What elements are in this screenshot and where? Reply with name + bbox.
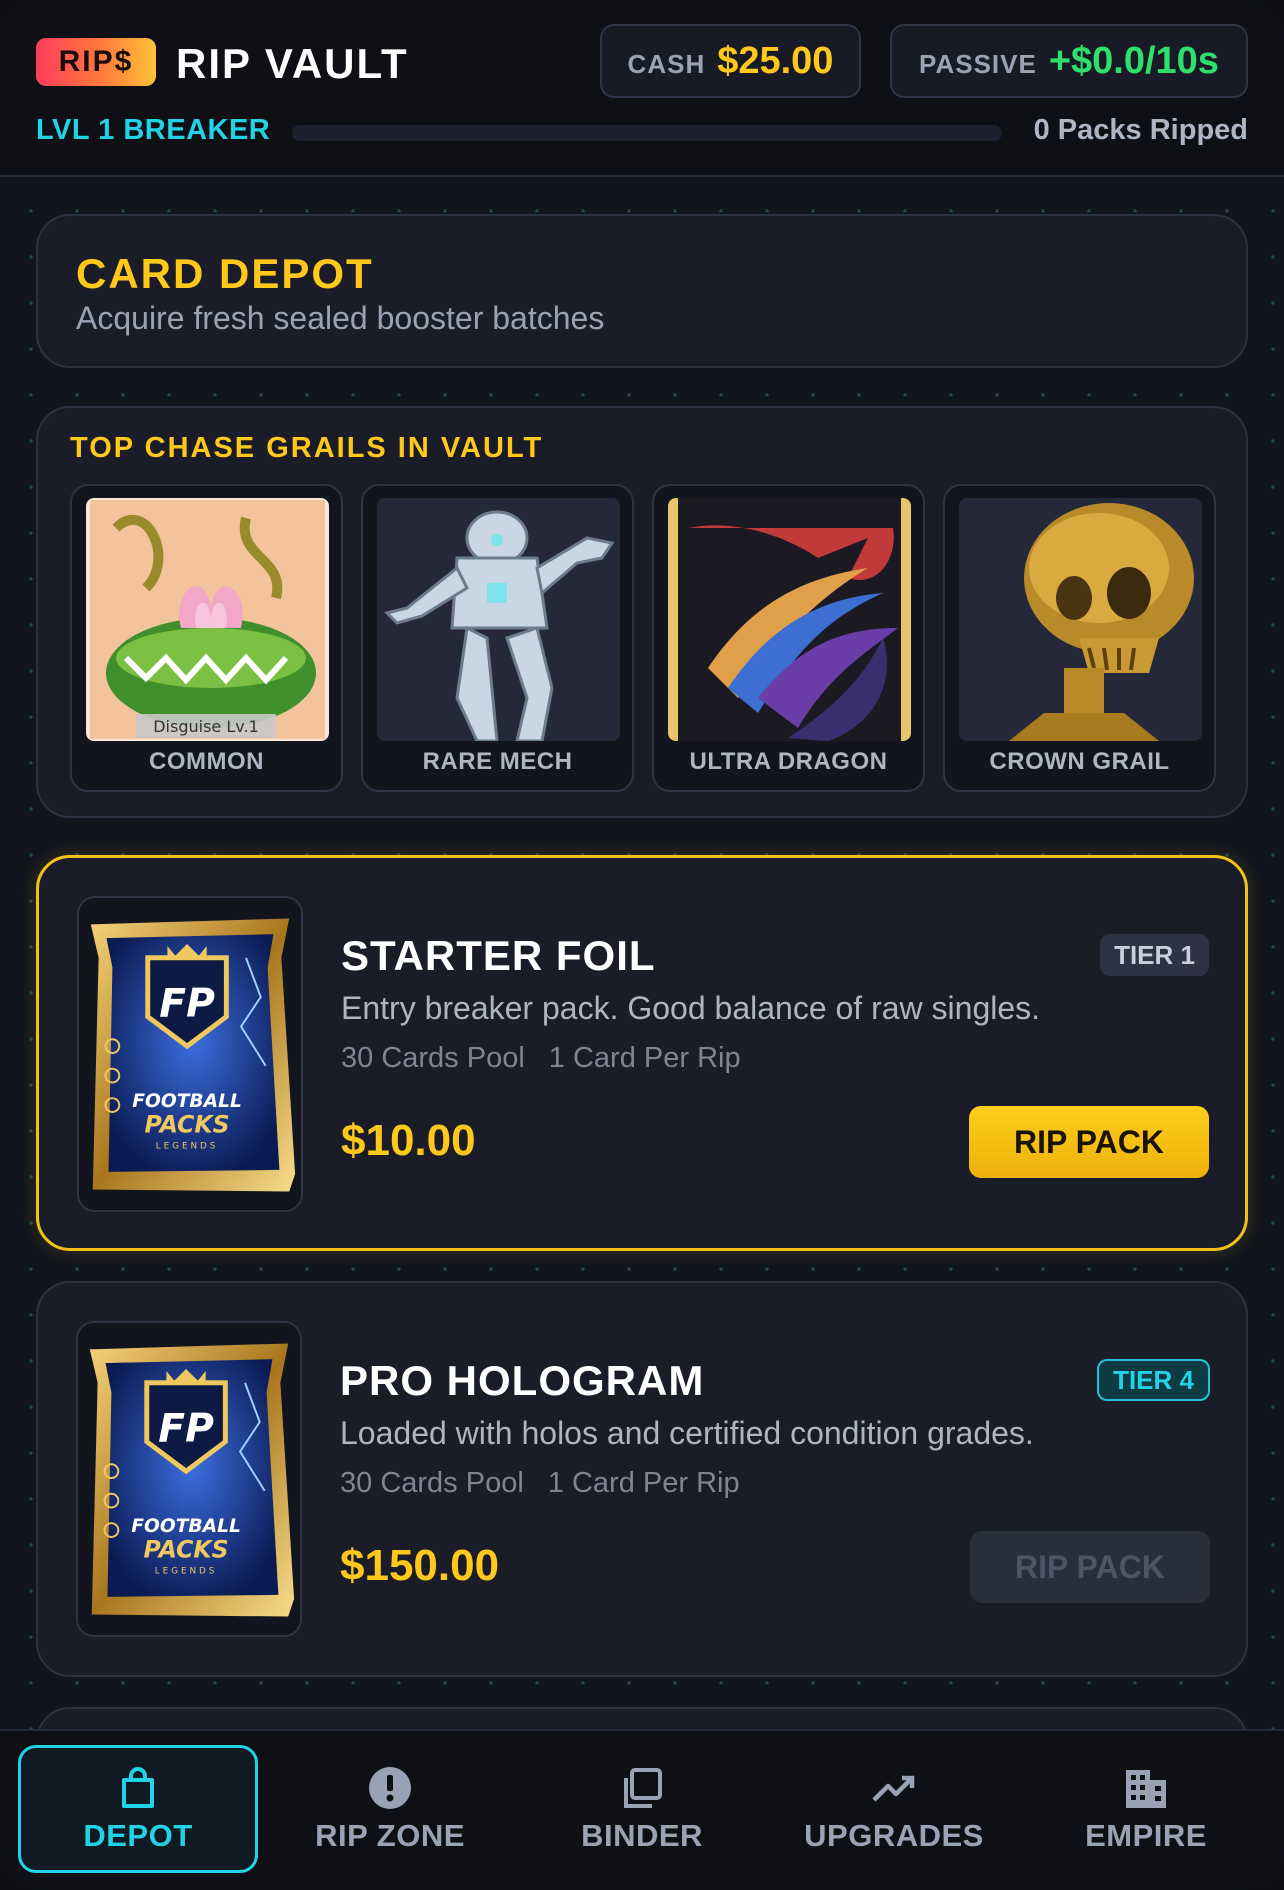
grail-card-common[interactable]: Disguise Lv.1 COMMON: [70, 484, 343, 792]
app-root: RIP$ RIP VAULT CASH $25.00 PASSIVE +$0.0…: [0, 0, 1284, 1890]
nav-label: UPGRADES: [804, 1818, 984, 1853]
pack-card-pro-hologram[interactable]: FP FOOTBALL PACKS LEGENDS PRO HOLOGRAM T…: [36, 1281, 1248, 1677]
top-grails-panel: TOP CHASE GRAILS IN VAULT Disguise Lv.1: [36, 406, 1248, 818]
pack-name: STARTER FOIL: [341, 932, 656, 979]
app-title: RIP VAULT: [176, 40, 409, 87]
grail-label: RARE MECH: [422, 748, 573, 775]
nav-label: EMPIRE: [1085, 1818, 1207, 1853]
building-icon: [1126, 1770, 1166, 1808]
cash-label: CASH: [627, 48, 706, 79]
nav-depot[interactable]: DEPOT: [18, 1745, 258, 1873]
pack-card-starter-foil[interactable]: FP FOOTBALL PACKS LEGENDS STARTER FOIL T…: [36, 855, 1248, 1251]
pack-art: FP FOOTBALL PACKS LEGENDS: [76, 1321, 302, 1637]
alert-circle-icon: [369, 1767, 411, 1809]
nav-binder[interactable]: BINDER: [522, 1745, 762, 1873]
rip-pack-button[interactable]: RIP PACK: [969, 1106, 1209, 1178]
pack-monogram: FP: [158, 1407, 214, 1452]
pack-description: Entry breaker pack. Good balance of raw …: [341, 990, 1041, 1026]
grail-label: ULTRA DRAGON: [689, 748, 888, 775]
golden-skull-art: [959, 498, 1202, 741]
depot-subtitle: Acquire fresh sealed booster batches: [76, 300, 605, 336]
passive-value: +$0.0/10s: [1048, 39, 1219, 82]
pack-brand-line1: FOOTBALL: [132, 1091, 242, 1112]
pack-pool-size: 30 Cards Pool: [340, 1467, 524, 1499]
pack-art: FP FOOTBALL PACKS LEGENDS: [77, 896, 303, 1212]
grail-card-crown-grail[interactable]: CROWN GRAIL: [943, 484, 1216, 792]
pack-brand-line2: PACKS: [144, 1111, 229, 1139]
grail-card-rare-mech[interactable]: RARE MECH: [361, 484, 634, 792]
grail-card-ultra-dragon[interactable]: ULTRA DRAGON: [652, 484, 925, 792]
bottom-navigation: DEPOT RIP ZONE BINDER UPGRADES EMPIRE: [0, 1729, 1284, 1890]
pack-name: PRO HOLOGRAM: [340, 1357, 705, 1404]
card-stack-icon: [624, 1768, 662, 1808]
grail-art-caption: Disguise Lv.1: [153, 717, 259, 736]
nav-rip-zone[interactable]: RIP ZONE: [270, 1745, 510, 1873]
mech-robot-art: [377, 498, 620, 741]
dragon-art: [668, 498, 911, 741]
pack-brand-line2: PACKS: [143, 1536, 228, 1564]
cash-value: $25.00: [717, 39, 834, 82]
nav-label: RIP ZONE: [315, 1818, 465, 1853]
pack-price: $10.00: [341, 1116, 476, 1165]
packs-ripped-count: 0 Packs Ripped: [1033, 114, 1248, 146]
tier-badge: TIER 4: [1097, 1359, 1210, 1401]
pack-brand-line3: LEGENDS: [155, 1566, 218, 1576]
grails-title: TOP CHASE GRAILS IN VAULT: [70, 432, 544, 464]
trending-up-icon: [872, 1775, 915, 1802]
passive-label: PASSIVE: [919, 48, 1037, 79]
pack-price: $150.00: [340, 1541, 500, 1590]
pack-description: Loaded with holos and certified conditio…: [340, 1415, 1034, 1451]
grail-label: COMMON: [149, 748, 264, 775]
passive-income-display: PASSIVE +$0.0/10s: [890, 24, 1248, 98]
cash-display: CASH $25.00: [600, 24, 861, 98]
nav-upgrades[interactable]: UPGRADES: [774, 1745, 1014, 1873]
depot-title: CARD DEPOT: [76, 250, 374, 297]
shopping-bag-icon: [122, 1767, 154, 1808]
card-depot-panel: CARD DEPOT Acquire fresh sealed booster …: [36, 214, 1248, 368]
rip-pack-button[interactable]: RIP PACK: [970, 1531, 1210, 1603]
nav-label: DEPOT: [83, 1818, 193, 1853]
pack-monogram: FP: [159, 982, 215, 1027]
flower-monster-card-art: Disguise Lv.1: [86, 498, 329, 741]
pack-brand-line3: LEGENDS: [156, 1141, 219, 1151]
nav-empire[interactable]: EMPIRE: [1026, 1745, 1266, 1873]
grail-label: CROWN GRAIL: [989, 748, 1170, 775]
pack-cards-per-rip: 1 Card Per Rip: [548, 1042, 741, 1074]
level-label: LVL 1 BREAKER: [36, 114, 271, 146]
nav-label: BINDER: [581, 1818, 703, 1853]
top-header: RIP$ RIP VAULT CASH $25.00 PASSIVE +$0.0…: [0, 0, 1284, 177]
pack-pool-size: 30 Cards Pool: [341, 1042, 525, 1074]
pack-brand-line1: FOOTBALL: [131, 1516, 241, 1537]
pack-meta: 30 Cards Pool 1 Card Per Rip: [341, 1042, 741, 1075]
logo-badge: RIP$: [36, 38, 156, 86]
pack-meta: 30 Cards Pool 1 Card Per Rip: [340, 1467, 740, 1500]
tier-badge: TIER 1: [1100, 934, 1209, 976]
xp-progress-bar: [292, 125, 1002, 141]
pack-cards-per-rip: 1 Card Per Rip: [547, 1467, 740, 1499]
